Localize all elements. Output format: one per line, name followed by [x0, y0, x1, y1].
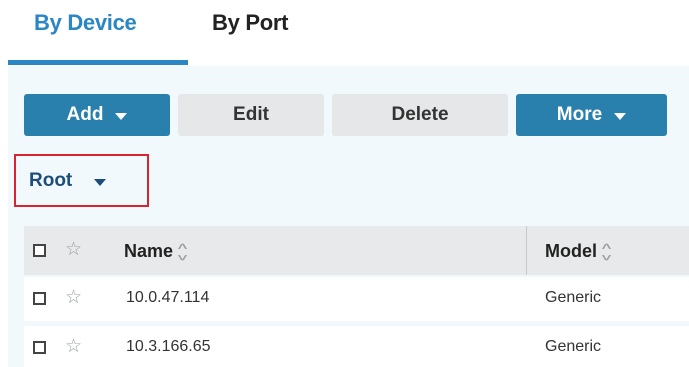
chevron-down-icon — [614, 112, 627, 120]
table-row[interactable]: ☆ 10.3.166.65 Generic — [24, 326, 689, 367]
root-group-dropdown[interactable]: Root — [14, 154, 149, 207]
column-header-model-label: Model — [545, 241, 597, 261]
more-button-label: More — [556, 104, 603, 125]
tab-bar: By Device By Port — [0, 0, 689, 66]
column-header-name[interactable]: Name ^ ^ — [124, 241, 188, 263]
select-all-checkbox[interactable] — [33, 244, 46, 257]
star-icon[interactable]: ☆ — [65, 288, 82, 307]
table-header: ☆ Name ^ ^ Model ^ ^ — [24, 226, 689, 275]
row-checkbox[interactable] — [33, 292, 46, 305]
active-tab-indicator — [8, 60, 188, 65]
column-header-name-label: Name — [124, 241, 174, 261]
chevron-down-icon — [115, 112, 128, 120]
root-group-label: Root — [29, 169, 73, 191]
row-checkbox[interactable] — [33, 341, 46, 354]
delete-button[interactable]: Delete — [332, 94, 508, 136]
device-model-cell: Generic — [545, 289, 602, 306]
device-name-cell[interactable]: 10.0.47.114 — [126, 289, 209, 307]
add-button-label: Add — [66, 104, 104, 125]
edit-button[interactable]: Edit — [178, 94, 324, 136]
table-row[interactable]: ☆ 10.0.47.114 Generic — [24, 277, 689, 321]
chevron-down-icon — [94, 178, 107, 186]
tab-by-device[interactable]: By Device — [34, 10, 137, 36]
device-name-cell[interactable]: 10.3.166.65 — [126, 338, 211, 356]
tab-by-port[interactable]: By Port — [212, 10, 288, 36]
star-icon[interactable]: ☆ — [65, 337, 82, 356]
add-button[interactable]: Add — [24, 94, 170, 136]
column-divider[interactable] — [526, 226, 527, 275]
column-header-model[interactable]: Model ^ ^ — [545, 241, 612, 263]
device-model-cell: Generic — [545, 338, 602, 355]
star-icon[interactable]: ☆ — [65, 240, 82, 259]
edit-button-label: Edit — [233, 104, 269, 125]
device-panel: Add Edit Delete More Root ☆ Name ^ ^ Model… — [8, 66, 689, 367]
sort-icon[interactable]: ^ ^ — [602, 242, 612, 263]
sort-icon[interactable]: ^ ^ — [178, 242, 188, 263]
more-button[interactable]: More — [516, 94, 667, 136]
delete-button-label: Delete — [391, 104, 449, 125]
